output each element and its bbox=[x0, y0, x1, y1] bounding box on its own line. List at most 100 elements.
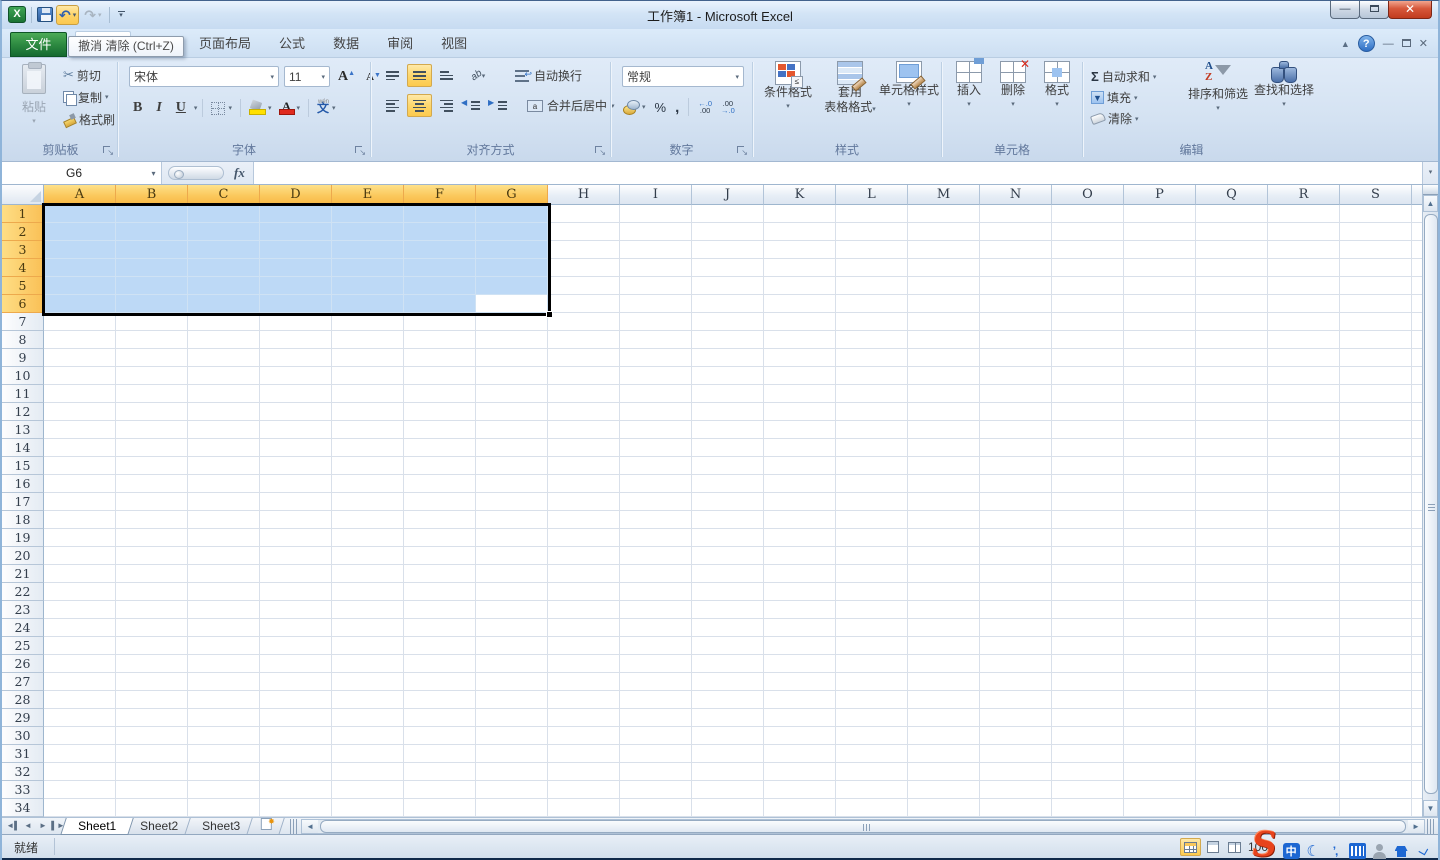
cell-R27[interactable] bbox=[1268, 673, 1340, 691]
cell-G34[interactable] bbox=[476, 799, 548, 817]
cell-L22[interactable] bbox=[836, 583, 908, 601]
cell-S21[interactable] bbox=[1340, 565, 1412, 583]
cell-G19[interactable] bbox=[476, 529, 548, 547]
cell-Q1[interactable] bbox=[1196, 205, 1268, 223]
cell-E27[interactable] bbox=[332, 673, 404, 691]
cell-A11[interactable] bbox=[44, 385, 116, 403]
cell-J1[interactable] bbox=[692, 205, 764, 223]
cell-J32[interactable] bbox=[692, 763, 764, 781]
cell-R21[interactable] bbox=[1268, 565, 1340, 583]
cell-A10[interactable] bbox=[44, 367, 116, 385]
delete-cells-button[interactable]: ✕ 删除 ▾ bbox=[993, 61, 1033, 108]
maximize-button[interactable] bbox=[1359, 1, 1389, 19]
cell-S29[interactable] bbox=[1340, 709, 1412, 727]
cell-L8[interactable] bbox=[836, 331, 908, 349]
cell-D19[interactable] bbox=[260, 529, 332, 547]
ime-account-icon[interactable] bbox=[1371, 843, 1388, 859]
cell-A29[interactable] bbox=[44, 709, 116, 727]
cell-G20[interactable] bbox=[476, 547, 548, 565]
cell-K9[interactable] bbox=[764, 349, 836, 367]
page-break-view-button[interactable] bbox=[1224, 838, 1245, 856]
cell-C16[interactable] bbox=[188, 475, 260, 493]
cell-P8[interactable] bbox=[1124, 331, 1196, 349]
cell-I33[interactable] bbox=[620, 781, 692, 799]
cell-P28[interactable] bbox=[1124, 691, 1196, 709]
tab-file[interactable]: 文件 bbox=[10, 32, 67, 57]
cell-R28[interactable] bbox=[1268, 691, 1340, 709]
cell-Q27[interactable] bbox=[1196, 673, 1268, 691]
sheet-tab-sheet1[interactable]: Sheet1 bbox=[60, 818, 134, 835]
cell-K23[interactable] bbox=[764, 601, 836, 619]
cell-N19[interactable] bbox=[980, 529, 1052, 547]
cell-M11[interactable] bbox=[908, 385, 980, 403]
cell-I20[interactable] bbox=[620, 547, 692, 565]
cell-L11[interactable] bbox=[836, 385, 908, 403]
italic-button[interactable]: I bbox=[150, 99, 167, 117]
cell-A12[interactable] bbox=[44, 403, 116, 421]
cell-J30[interactable] bbox=[692, 727, 764, 745]
cell-A28[interactable] bbox=[44, 691, 116, 709]
cell-O23[interactable] bbox=[1052, 601, 1124, 619]
cell-I16[interactable] bbox=[620, 475, 692, 493]
cell-B33[interactable] bbox=[116, 781, 188, 799]
cell-I27[interactable] bbox=[620, 673, 692, 691]
cell-C22[interactable] bbox=[188, 583, 260, 601]
cell-D25[interactable] bbox=[260, 637, 332, 655]
cell-P26[interactable] bbox=[1124, 655, 1196, 673]
cell-S4[interactable] bbox=[1340, 259, 1412, 277]
cell-K28[interactable] bbox=[764, 691, 836, 709]
cell-K11[interactable] bbox=[764, 385, 836, 403]
cell-R8[interactable] bbox=[1268, 331, 1340, 349]
cell-E13[interactable] bbox=[332, 421, 404, 439]
number-format-combo[interactable]: 常规 ▾ bbox=[622, 66, 744, 87]
row-header-10[interactable]: 10 bbox=[2, 367, 44, 385]
cell-S19[interactable] bbox=[1340, 529, 1412, 547]
cell-J18[interactable] bbox=[692, 511, 764, 529]
row-header-4[interactable]: 4 bbox=[2, 259, 44, 277]
cell-C33[interactable] bbox=[188, 781, 260, 799]
cell-M6[interactable] bbox=[908, 295, 980, 313]
cell-G14[interactable] bbox=[476, 439, 548, 457]
cell-Q11[interactable] bbox=[1196, 385, 1268, 403]
cell-D14[interactable] bbox=[260, 439, 332, 457]
cell-K17[interactable] bbox=[764, 493, 836, 511]
cell-N16[interactable] bbox=[980, 475, 1052, 493]
cell-H31[interactable] bbox=[548, 745, 620, 763]
cell-G22[interactable] bbox=[476, 583, 548, 601]
format-painter-button[interactable]: 格式刷 bbox=[60, 108, 118, 130]
cell-F19[interactable] bbox=[404, 529, 476, 547]
cell-K25[interactable] bbox=[764, 637, 836, 655]
cell-H20[interactable] bbox=[548, 547, 620, 565]
cell-P5[interactable] bbox=[1124, 277, 1196, 295]
cell-L28[interactable] bbox=[836, 691, 908, 709]
cell-F14[interactable] bbox=[404, 439, 476, 457]
cell-M3[interactable] bbox=[908, 241, 980, 259]
cell-E33[interactable] bbox=[332, 781, 404, 799]
cell-L7[interactable] bbox=[836, 313, 908, 331]
cell-I15[interactable] bbox=[620, 457, 692, 475]
cell-J26[interactable] bbox=[692, 655, 764, 673]
sort-filter-button[interactable]: AZ 排序和筛选 ▾ bbox=[1186, 61, 1250, 112]
collapse-ribbon-icon[interactable]: ▲ bbox=[1341, 39, 1350, 49]
cell-R33[interactable] bbox=[1268, 781, 1340, 799]
cell-L6[interactable] bbox=[836, 295, 908, 313]
cell-M20[interactable] bbox=[908, 547, 980, 565]
cell-I34[interactable] bbox=[620, 799, 692, 817]
cell-P2[interactable] bbox=[1124, 223, 1196, 241]
cell-P11[interactable] bbox=[1124, 385, 1196, 403]
cell-L23[interactable] bbox=[836, 601, 908, 619]
cell-styles-button[interactable]: 单元格样式 ▾ bbox=[878, 61, 940, 108]
cell-C18[interactable] bbox=[188, 511, 260, 529]
cell-C25[interactable] bbox=[188, 637, 260, 655]
cell-P27[interactable] bbox=[1124, 673, 1196, 691]
cell-P18[interactable] bbox=[1124, 511, 1196, 529]
cell-H1[interactable] bbox=[548, 205, 620, 223]
cell-R13[interactable] bbox=[1268, 421, 1340, 439]
cell-L30[interactable] bbox=[836, 727, 908, 745]
cell-I14[interactable] bbox=[620, 439, 692, 457]
cell-C27[interactable] bbox=[188, 673, 260, 691]
cell-S13[interactable] bbox=[1340, 421, 1412, 439]
row-header-11[interactable]: 11 bbox=[2, 385, 44, 403]
cell-G32[interactable] bbox=[476, 763, 548, 781]
cell-P25[interactable] bbox=[1124, 637, 1196, 655]
